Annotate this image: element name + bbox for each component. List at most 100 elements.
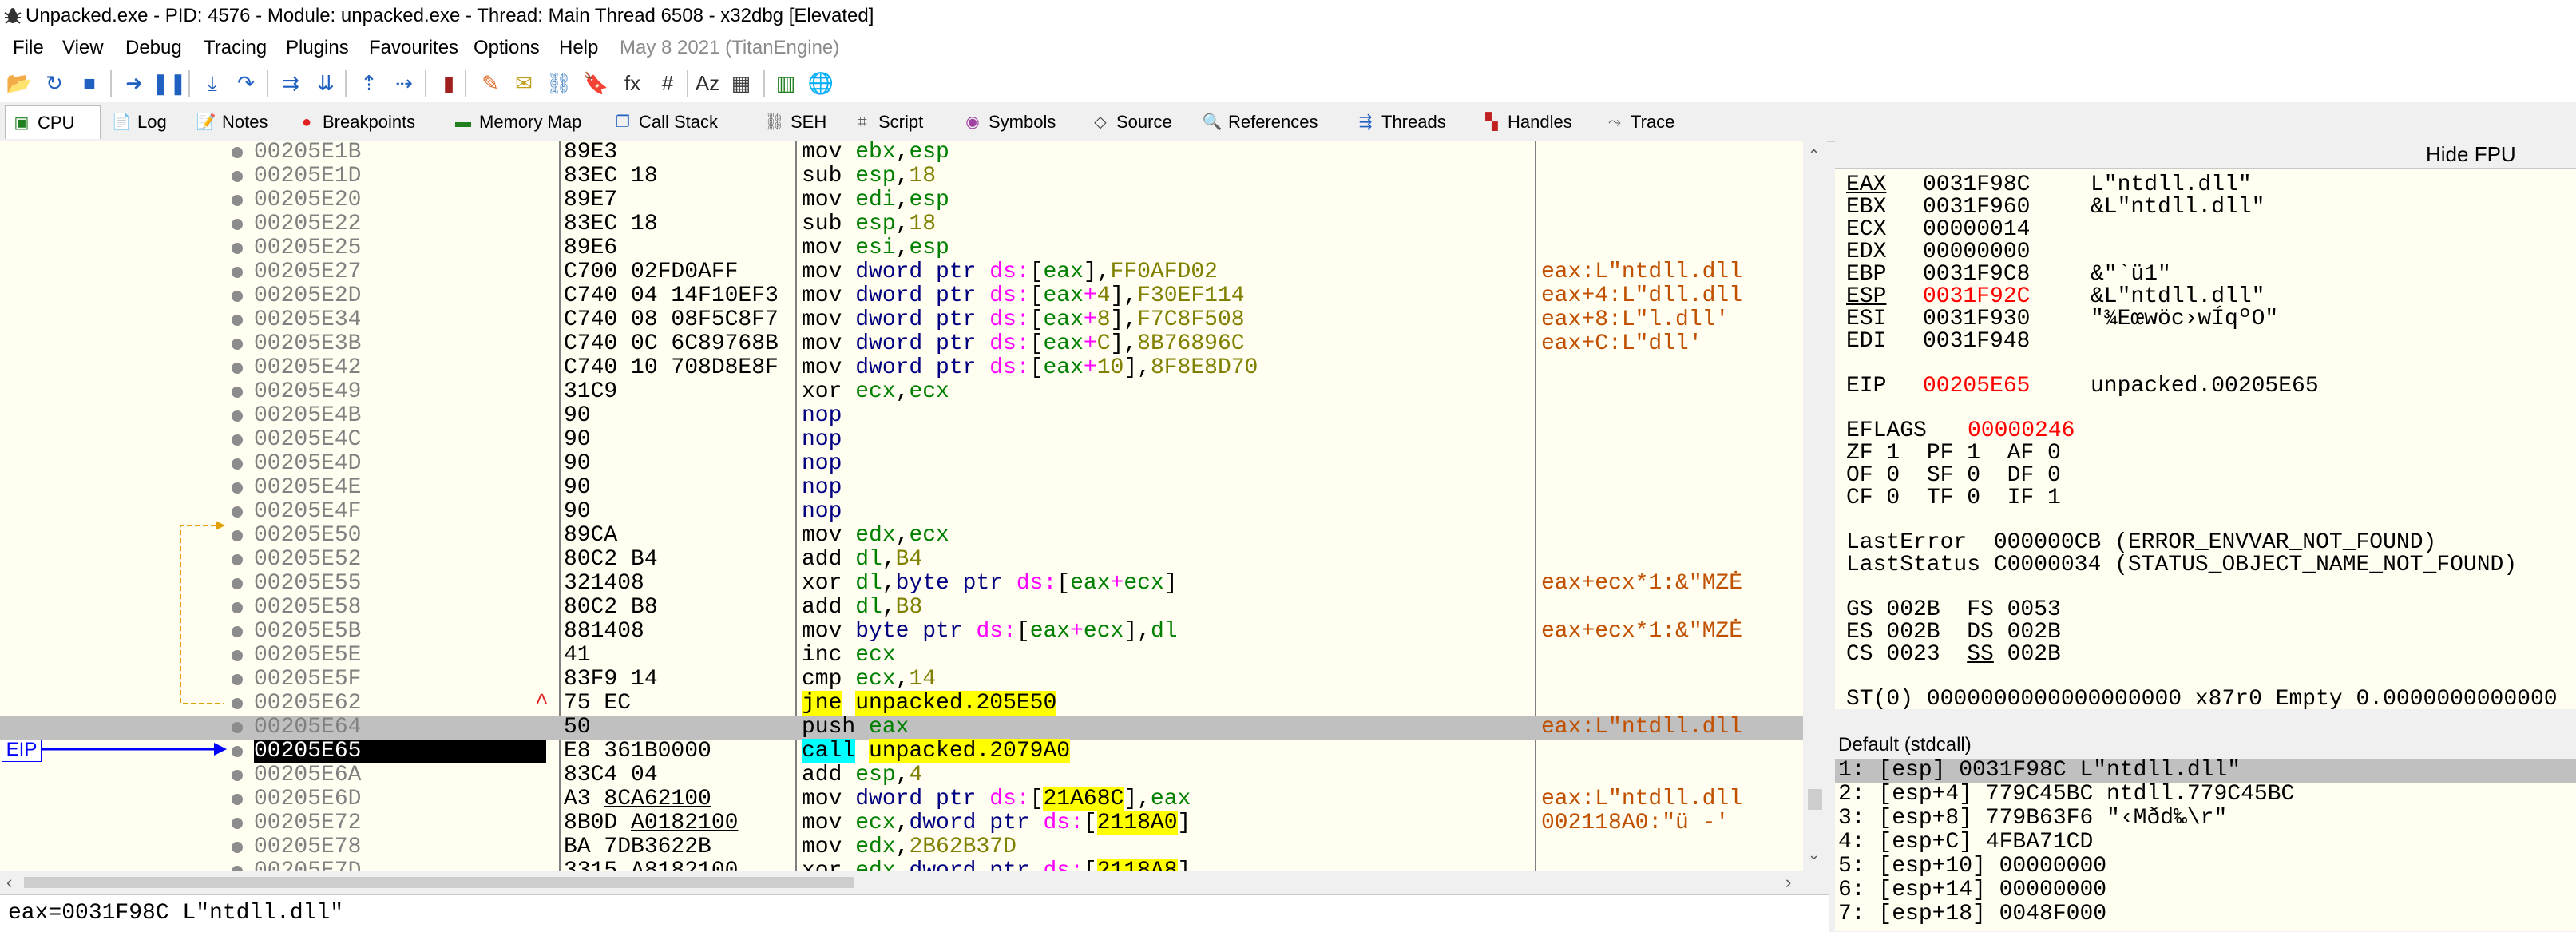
globe-icon[interactable]: 🌐 [808,70,834,96]
breakpoint-dot[interactable] [232,339,243,350]
labels-icon[interactable]: ⛓ [546,70,573,96]
variables-icon[interactable]: # [655,70,680,96]
register-value[interactable]: 0031F930 [1923,308,2030,331]
pause-icon[interactable]: ❚❚ [152,70,187,96]
disasm-row[interactable]: 00205E4D 90 nop [0,452,1803,476]
menu-options[interactable]: Options [474,32,540,64]
tab-breakpoints[interactable]: ● Breakpoints [291,105,442,139]
register-value[interactable]: 0031F960 [1923,196,2030,219]
patch-icon[interactable]: ✎ [478,70,503,96]
scroll-thumb[interactable] [24,877,854,888]
calculator-icon[interactable]: ▦ [728,70,754,96]
breakpoint-dot[interactable] [232,434,243,446]
register-value[interactable]: 00205E65 [1923,375,2030,398]
registers-pane[interactable]: Hide FPU EAX 0031F98C L"ntdll.dll" EBX 0031F… [1835,141,2576,709]
stack-arg-row[interactable]: 5: [esp+10] 00000000 [1835,855,2576,878]
breakpoint-dot[interactable] [232,650,243,661]
hide-fpu-button[interactable]: Hide FPU [1835,141,2576,169]
breakpoint-dot[interactable] [232,794,243,805]
stack-arg-row[interactable]: 2: [esp+4] 779C45BC ntdll.779C45BC [1835,783,2576,807]
breakpoint-dot[interactable] [232,602,243,613]
disasm-row[interactable]: 00205E65 E8 361B0000 call unpacked.2079A0 [0,739,1803,763]
disasm-row[interactable]: 00205E5F 83F9 14 cmp ecx,14 [0,668,1803,692]
breakpoint-dot[interactable] [232,506,243,518]
run-to-user-code-icon[interactable]: ⇢ [391,70,417,96]
register-value[interactable]: 0031F9C8 [1923,264,2030,286]
disassembly-view[interactable]: EIP 00205E1B 89E3 mov ebx,esp 00205E1D 83EC … [0,141,1827,894]
register-value[interactable]: 00000000 [1923,241,2030,264]
scroll-thumb[interactable] [1808,789,1822,810]
menu-tracing[interactable]: Tracing [204,32,267,64]
tab-log[interactable]: 📄 Log [105,105,185,139]
scroll-right-icon[interactable]: › [1785,872,1791,893]
disasm-row[interactable]: 00205E3B C740 0C 6C89768B mov dword ptr ds… [0,332,1803,356]
tab-memory-map[interactable]: ▬ Memory Map [447,105,602,139]
disasm-row[interactable]: 00205E4C 90 nop [0,428,1803,452]
step-over-icon[interactable]: ↷ [233,70,259,96]
disasm-row[interactable]: 00205E72 8B0D A0182100 mov ecx,dword ptr d… [0,811,1803,835]
disasm-row[interactable]: 00205E52 80C2 B4 add dl,B4 [0,548,1803,572]
step-into-icon[interactable]: ⤓ [200,70,225,96]
breakpoint-dot[interactable] [232,554,243,565]
menu-plugins[interactable]: Plugins [286,32,349,64]
breakpoint-dot[interactable] [232,626,243,637]
breakpoint-dot[interactable] [232,746,243,757]
breakpoint-dot[interactable] [232,243,243,254]
disasm-row[interactable]: 00205E55 321408 xor dl,byte ptr ds:[eax+ec… [0,572,1803,596]
trace-into-icon[interactable]: ⇉ [278,70,303,96]
disasm-row[interactable]: 00205E2D C740 04 14F10EF3 mov dword ptr ds… [0,284,1803,308]
disasm-row[interactable]: 00205E6D A3 8CA62100 mov dword ptr ds:[21A… [0,787,1803,811]
disasm-row[interactable]: 00205E6A 83C4 04 add esp,4 [0,763,1803,787]
tab-script[interactable]: ⌗ Script [846,105,952,139]
trace-over-icon[interactable]: ⇊ [313,70,339,96]
tab-seh[interactable]: ⛓ SEH [759,105,842,139]
disasm-row[interactable]: 00205E58 80C2 B8 add dl,B8 [0,596,1803,620]
menu-help[interactable]: Help [559,32,598,64]
register-value[interactable]: 0031F98C [1923,174,2030,196]
disassembly-horizontal-scrollbar[interactable]: ‹ › [0,871,1827,894]
cheat-sheet-icon[interactable]: ▥ [773,70,799,96]
tab-references[interactable]: 🔍 References [1196,105,1343,139]
tab-handles[interactable]: ▚ Handles [1476,105,1592,139]
stack-arguments-pane[interactable]: 1: [esp] 0031F98C L"ntdll.dll" 2: [esp+4]… [1835,759,2576,931]
breakpoint-dot[interactable] [232,770,243,781]
stack-arg-row[interactable]: 1: [esp] 0031F98C L"ntdll.dll" [1835,759,2576,783]
disasm-row[interactable]: 00205E4E 90 nop [0,476,1803,500]
breakpoint-dot[interactable] [232,482,243,494]
tab-symbols[interactable]: ◉ Symbols [957,105,1078,139]
breakpoint-dot[interactable] [232,530,243,541]
calling-convention-header[interactable]: Default (stdcall) [1835,732,2576,759]
close-icon[interactable]: ■ [77,70,102,96]
register-value[interactable]: 00000014 [1923,219,2030,241]
disasm-row[interactable]: 00205E78 BA 7DB3622B mov edx,2B62B37D [0,835,1803,859]
breakpoint-dot[interactable] [232,195,243,206]
breakpoint-dot[interactable] [232,674,243,685]
breakpoint-dot[interactable] [232,842,243,853]
breakpoint-dot[interactable] [232,458,243,470]
breakpoint-dot[interactable] [232,315,243,326]
scroll-left-icon[interactable]: ‹ [6,872,12,893]
restart-icon[interactable]: ↻ [42,70,67,96]
disasm-row[interactable]: 00205E1B 89E3 mov ebx,esp [0,141,1803,165]
breakpoint-dot[interactable] [232,698,243,709]
breakpoint-dot[interactable] [232,171,243,182]
menu-view[interactable]: View [62,32,104,64]
disasm-row[interactable]: 00205E42 C740 10 708D8E8F mov dword ptr ds… [0,356,1803,380]
disasm-row[interactable]: 00205E34 C740 08 08F5C8F7 mov dword ptr ds… [0,308,1803,332]
breakpoint-dot[interactable] [232,147,243,158]
bookmarks-icon[interactable]: 🔖 [583,70,608,96]
menu-favourites[interactable]: Favourites [369,32,458,64]
breakpoint-dot[interactable] [232,722,243,733]
tab-call-stack[interactable]: ❐ Call Stack [607,105,754,139]
disassembly-vertical-scrollbar[interactable]: ⌃ ⌄ [1803,141,1827,871]
disasm-row[interactable]: 00205E49 31C9 xor ecx,ecx [0,380,1803,404]
stack-arg-row[interactable]: 7: [esp+18] 0048F000 [1835,902,2576,926]
tab-cpu[interactable]: ▣ CPU [5,105,101,139]
tab-notes[interactable]: 📝 Notes [190,105,286,139]
scroll-up-icon[interactable]: ⌃ [1808,147,1820,164]
disasm-row[interactable]: 00205E64 50 push eax eax:L"ntdll.dll [0,716,1803,740]
breakpoint-dot[interactable] [232,267,243,278]
disasm-row[interactable]: 00205E20 89E7 mov edi,esp [0,188,1803,212]
tab-trace[interactable]: ⤳ Trace [1599,105,1686,139]
run-icon[interactable]: ➜ [121,70,147,96]
